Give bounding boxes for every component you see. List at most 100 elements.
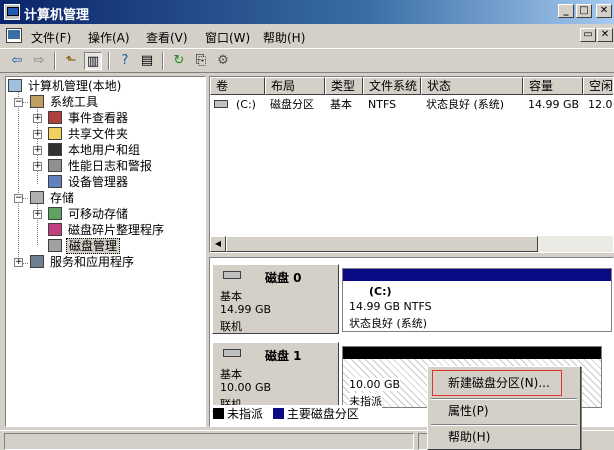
menu-bar: 文件(F) 操作(A) 查看(V) 窗口(W) 帮助(H) <box>0 25 614 47</box>
menu-separator <box>431 424 577 426</box>
tree-item-perf-logs[interactable]: 性能日志和警报 <box>48 158 154 174</box>
menu-help[interactable]: 帮助(H) <box>263 29 305 46</box>
show-hide-tree-icon[interactable]: ▥ <box>84 52 102 70</box>
cell-filesystem: NTFS <box>368 98 397 111</box>
legend-swatch-primary <box>272 408 284 419</box>
cell-status: 状态良好 (系统) <box>426 98 505 111</box>
mmc-document-icon[interactable] <box>6 28 22 43</box>
expand-icon[interactable]: + <box>33 210 42 219</box>
disk-0-info[interactable]: 磁盘 0 基本 14.99 GB 联机 <box>212 264 339 334</box>
column-header-free[interactable]: 空闲 <box>583 77 613 95</box>
properties-icon[interactable]: ⚙ <box>214 52 232 70</box>
partition-type-bar <box>343 269 611 281</box>
volume-list[interactable]: 卷 布局 类型 文件系统 状态 容量 空闲 (C:) 磁盘分区 基本 NTFS … <box>209 76 614 253</box>
legend-label: 主要磁盘分区 <box>286 407 359 421</box>
storage-icon <box>30 191 44 204</box>
back-arrow-icon[interactable]: ⇦ <box>8 52 26 70</box>
disk-management-icon <box>48 239 62 252</box>
legend-label: 未指派 <box>227 407 264 421</box>
forward-arrow-icon[interactable]: ⇨ <box>30 52 48 70</box>
removable-storage-icon <box>48 207 62 220</box>
tree-item-disk-management[interactable]: 磁盘管理 <box>48 238 121 254</box>
event-viewer-icon <box>48 111 62 124</box>
menu-action[interactable]: 操作(A) <box>88 29 130 46</box>
help-icon[interactable]: ? <box>116 52 134 70</box>
menu-separator <box>431 398 577 400</box>
scroll-thumb[interactable] <box>226 236 538 252</box>
expand-icon[interactable]: + <box>33 146 42 155</box>
mdi-restore-button[interactable]: ▭ <box>580 28 596 42</box>
legend-swatch-unallocated <box>213 408 224 419</box>
disk-1-info[interactable]: 磁盘 1 基本 10.00 GB 联机 <box>212 342 339 412</box>
legend: 未指派 主要磁盘分区 <box>213 405 359 423</box>
partition-c[interactable]: (C:) 14.99 GB NTFS 状态良好 (系统) <box>342 268 612 332</box>
menu-file[interactable]: 文件(F) <box>31 29 71 46</box>
tools-icon <box>30 95 44 108</box>
mdi-close-button[interactable]: ✕ <box>597 28 613 42</box>
toolbar-separator <box>108 52 110 70</box>
window-title: 计算机管理 <box>24 8 90 23</box>
tree-item-shared-folders[interactable]: 共享文件夹 <box>48 126 130 142</box>
column-header-volume[interactable]: 卷 <box>210 77 265 95</box>
menu-window[interactable]: 窗口(W) <box>205 29 250 46</box>
refresh-icon[interactable]: ↻ <box>170 52 188 70</box>
status-pane <box>4 433 414 450</box>
title-bar[interactable]: 计算机管理 _ □ ✕ <box>0 0 614 24</box>
computer-management-icon <box>4 4 20 20</box>
cell-capacity: 14.99 GB <box>528 98 580 111</box>
tree-item-device-manager[interactable]: 设备管理器 <box>48 174 130 190</box>
tree-line <box>37 201 38 245</box>
up-folder-icon[interactable]: ⬑ <box>62 52 80 70</box>
tree-line <box>18 87 19 267</box>
device-manager-icon <box>48 175 62 188</box>
tree-item-defrag[interactable]: 磁盘碎片整理程序 <box>48 222 166 238</box>
expand-icon[interactable]: + <box>33 130 42 139</box>
tree-item-services-apps[interactable]: 服务和应用程序 <box>30 254 136 270</box>
column-header-status[interactable]: 状态 <box>421 77 523 95</box>
tree-item-storage[interactable]: 存储 <box>30 190 76 206</box>
expand-icon[interactable]: + <box>14 258 23 267</box>
console-tree[interactable]: 计算机管理(本地) − 系统工具 + 事件查看器 + 共享文件夹 + 本地用户和… <box>5 76 206 427</box>
horizontal-scrollbar[interactable]: ◀ <box>210 236 613 252</box>
close-button[interactable]: ✕ <box>596 4 612 18</box>
export-icon[interactable]: ⎘ <box>192 52 210 70</box>
maximize-button[interactable]: □ <box>576 4 592 18</box>
cell-layout: 磁盘分区 <box>270 98 314 111</box>
collapse-icon[interactable]: − <box>14 194 23 203</box>
expand-icon[interactable]: + <box>33 162 42 171</box>
expand-icon[interactable]: + <box>33 114 42 123</box>
highlight-box <box>432 370 562 396</box>
menu-item-help[interactable]: 帮助(H) <box>431 427 577 447</box>
cell-volume: (C:) <box>236 98 256 111</box>
tree-item-event-viewer[interactable]: 事件查看器 <box>48 110 130 126</box>
show-hide-action-icon[interactable]: ▤ <box>138 52 156 70</box>
toolbar-separator <box>162 52 164 70</box>
column-header-layout[interactable]: 布局 <box>265 77 325 95</box>
tree-item-root[interactable]: 计算机管理(本地) <box>8 78 123 94</box>
toolbar-separator <box>54 52 56 70</box>
defrag-icon <box>48 223 62 236</box>
minimize-button[interactable]: _ <box>558 4 574 18</box>
column-header-filesystem[interactable]: 文件系统 <box>363 77 421 95</box>
menu-item-properties[interactable]: 属性(P) <box>431 401 577 421</box>
hard-disk-icon <box>223 271 241 279</box>
context-menu: 新建磁盘分区(N)... 属性(P) 帮助(H) <box>427 366 581 450</box>
volume-drive-icon <box>214 100 228 108</box>
cell-type: 基本 <box>330 98 352 111</box>
column-header-type[interactable]: 类型 <box>325 77 363 95</box>
column-header-capacity[interactable]: 容量 <box>523 77 583 95</box>
toolbar: ⇦ ⇨ ⬑ ▥ ? ▤ ↻ ⎘ ⚙ <box>0 48 614 73</box>
scroll-left-icon[interactable]: ◀ <box>210 236 226 252</box>
computer-icon <box>8 79 22 92</box>
tree-item-system-tools[interactable]: 系统工具 <box>30 94 100 110</box>
shared-folder-icon <box>48 127 62 140</box>
hard-disk-icon <box>223 349 241 357</box>
partition-type-bar <box>343 347 601 359</box>
users-icon <box>48 143 62 156</box>
performance-icon <box>48 159 62 172</box>
tree-item-removable-storage[interactable]: 可移动存储 <box>48 206 130 222</box>
collapse-icon[interactable]: − <box>14 98 23 107</box>
tree-item-local-users[interactable]: 本地用户和组 <box>48 142 142 158</box>
menu-view[interactable]: 查看(V) <box>146 29 188 46</box>
services-icon <box>30 255 44 268</box>
